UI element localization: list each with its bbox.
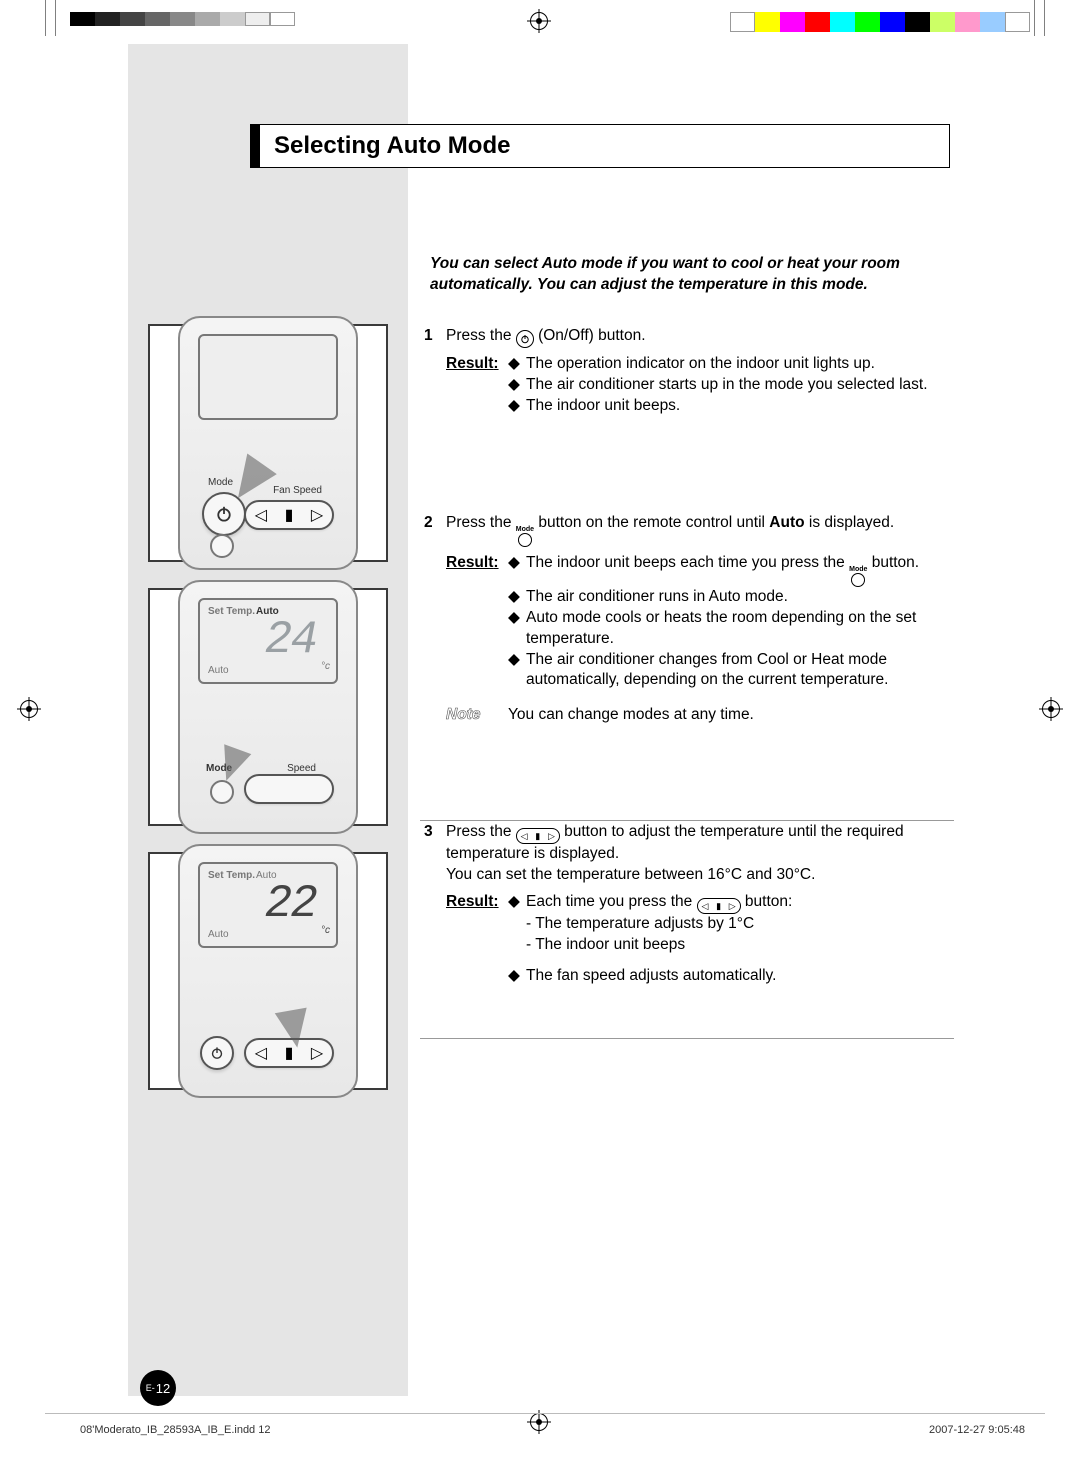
s2-bullet-1: The air conditioner runs in Auto mode. [526,587,788,608]
s2-bullet-0b: button. [867,554,919,571]
result-label: Result [446,553,508,692]
s2-bullet-3: The air conditioner changes from Cool or… [526,650,954,692]
power-icon [516,330,534,348]
step-1: 1 Press the (On/Off) button. Result ◆The… [424,326,954,417]
page-prefix: E- [146,1383,155,1393]
pointer-arrow-icon [275,1008,313,1051]
page-number: 12 [156,1381,170,1396]
step-number: 1 [424,326,446,417]
step2-text-b: button on the remote control until [538,514,769,531]
divider [420,820,954,821]
auto-small-label: Auto [208,665,229,676]
result-label: Result [446,892,508,987]
step-number: 2 [424,513,446,727]
settemp-label: Set Temp. [208,870,255,881]
footer-filename: 08'Moderato_IB_28593A_IB_E.indd 12 [80,1424,270,1436]
step3-line2: You can set the temperature between 16°C… [446,865,954,886]
page-number-badge: E-12 [140,1370,176,1406]
step3-text-a: Press the [446,823,516,840]
s1-bullet-0: The operation indicator on the indoor un… [526,354,875,375]
temp-display: 24 [265,614,316,666]
rocker-button-icon [244,774,334,804]
registration-target-icon [20,700,38,723]
s3-bullet0-b: button: [741,893,793,910]
step2-text-c: is displayed. [805,514,895,531]
s3-sub2: - The indoor unit beeps [526,935,954,956]
temp-rocker-icon: ◁▮▷ [697,898,741,914]
temp-unit: °c [321,925,330,936]
s3-bullet1: The fan speed adjusts automatically. [526,966,776,987]
footer-divider [45,1413,1045,1414]
step-number: 3 [424,822,446,987]
page-title: Selecting Auto Mode [274,132,510,160]
intro-text: You can select Auto mode if you want to … [430,254,952,296]
mode-button-icon: Mode [516,526,534,547]
temp-rocker-icon: ◁▮▷ [516,828,560,844]
step-3: 3 Press the ◁▮▷ button to adjust the tem… [424,822,954,987]
footer-timestamp: 2007-12-27 9:05:48 [929,1424,1025,1436]
s1-bullet-2: The indoor unit beeps. [526,396,680,417]
grayscale-registration-bar [70,12,295,26]
fanspeed-label: Fan Speed [273,485,322,496]
remote-illustration-3: Set Temp. Auto Auto 22 °c ◁▮▷ [148,852,388,1090]
mode-button-icon [210,534,234,558]
note-label: Note [446,705,508,726]
divider [420,1038,954,1039]
color-registration-bar [730,12,1030,32]
registration-target-icon [1042,700,1060,723]
step1-text-a: Press the [446,327,516,344]
mode-button-icon [210,780,234,804]
power-button-icon [200,1036,234,1070]
result-label: Result [446,354,508,417]
s2-bullet-0a: The indoor unit beeps each time you pres… [526,554,849,571]
step2-text-a: Press the [446,514,516,531]
temp-display: 22 [265,878,316,930]
s3-sub1: - The temperature adjusts by 1°C [526,914,954,935]
auto-small-label: Auto [208,929,229,940]
step2-auto-word: Auto [769,514,804,531]
s3-bullet0-a: Each time you press the [526,893,697,910]
speed-label: Speed [287,763,316,774]
s2-bullet-2: Auto mode cools or heats the room depend… [526,608,954,650]
note-text: You can change modes at any time. [508,705,754,726]
s1-bullet-1: The air conditioner starts up in the mod… [526,375,928,396]
registration-target-icon [530,12,548,35]
rocker-button-icon: ◁▮▷ [244,500,334,530]
remote-illustration-1: ◁▮▷ Mode Fan Speed [148,324,388,562]
step-2: 2 Press the Mode button on the remote co… [424,513,954,727]
settemp-label: Set Temp. [208,606,255,617]
registration-target-icon [530,1413,548,1436]
page-title-box: Selecting Auto Mode [250,124,950,168]
temp-unit: °c [321,661,330,672]
mode-button-icon: Mode [849,566,867,587]
remote-illustration-2: Set Temp. Auto Auto 24 °c Mode Speed [148,588,388,826]
step1-text-b: (On/Off) button. [538,327,645,344]
